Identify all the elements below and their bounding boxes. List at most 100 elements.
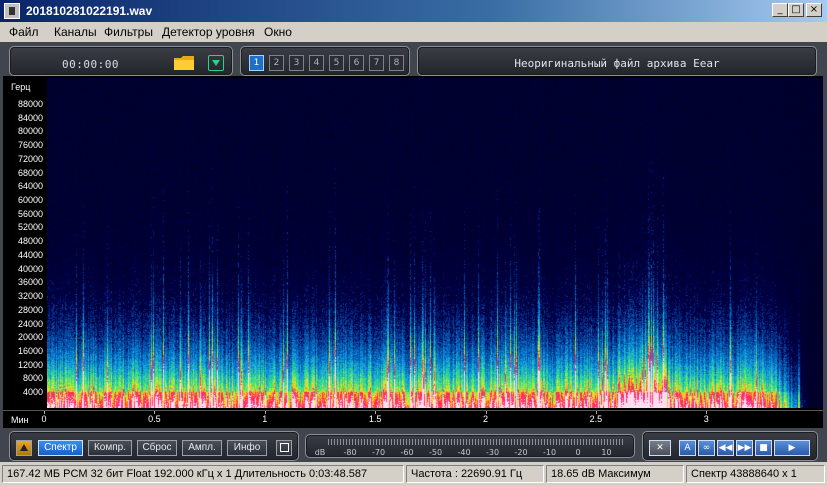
x-axis-unit: Мин bbox=[11, 415, 29, 425]
play-icon[interactable]: ▶ bbox=[774, 440, 810, 456]
x-tick-mark bbox=[595, 411, 597, 414]
y-tick-label: 76000 bbox=[17, 140, 43, 151]
menu-filters[interactable]: Фильтры bbox=[104, 25, 153, 39]
level-meter: dB -80 -70 -60 -50 -40 -30 -20 -10 0 10 bbox=[305, 434, 635, 458]
meter-unit: dB bbox=[314, 448, 326, 457]
warning-icon[interactable] bbox=[16, 440, 32, 456]
x-tick-label: 3 bbox=[703, 414, 709, 424]
y-tick-label: 44000 bbox=[17, 249, 43, 260]
x-tick-mark bbox=[44, 411, 45, 414]
time-readout: 00:00:00 bbox=[62, 58, 119, 71]
x-tick-label: 0 bbox=[41, 414, 47, 424]
minimize-button[interactable]: _ bbox=[772, 3, 788, 17]
maximize-button[interactable]: □ bbox=[788, 3, 804, 17]
time-panel: 00:00:00 bbox=[9, 46, 233, 76]
y-tick-label: 4000 bbox=[22, 387, 43, 398]
stop-icon[interactable]: ■ bbox=[755, 440, 772, 456]
square-icon[interactable] bbox=[276, 440, 292, 456]
y-tick-label: 64000 bbox=[17, 181, 43, 192]
menu-file[interactable]: Файл bbox=[9, 25, 39, 39]
x-tick-label: 2.5 bbox=[589, 414, 603, 424]
fast-forward-icon[interactable]: ▶▶ bbox=[736, 440, 753, 456]
channel-button-8[interactable]: 8 bbox=[389, 55, 404, 71]
meter-scale-label: -80 bbox=[343, 448, 357, 457]
menu-window[interactable]: Окно bbox=[264, 25, 292, 39]
compress-button[interactable]: Компр. bbox=[88, 440, 132, 456]
info-button[interactable]: Инфо bbox=[227, 440, 267, 456]
y-tick-label: 20000 bbox=[17, 332, 43, 343]
meter-scale-label: -10 bbox=[542, 448, 557, 457]
reset-button[interactable]: Сброс bbox=[137, 440, 177, 456]
x-tick-label: 1.5 bbox=[368, 414, 382, 424]
meter-scale-label: -20 bbox=[514, 448, 528, 457]
close-playback-icon[interactable]: ✕ bbox=[649, 440, 671, 456]
y-tick-label: 68000 bbox=[17, 167, 43, 178]
spectrum-button[interactable]: Спектр bbox=[38, 440, 83, 456]
meter-scale-label: -40 bbox=[457, 448, 471, 457]
y-tick-label: 12000 bbox=[17, 359, 43, 370]
main-area: 00:00:00 1 2 3 4 5 6 7 8 Неоригинальный … bbox=[0, 42, 827, 462]
meter-scale-label: -60 bbox=[400, 448, 414, 457]
y-tick-label: 40000 bbox=[17, 263, 43, 274]
playback-panel: ✕ A ∞ ◀◀ ▶▶ ■ ▶ bbox=[642, 431, 818, 461]
y-tick-label: 16000 bbox=[17, 345, 43, 356]
y-tick-label: 60000 bbox=[17, 195, 43, 206]
meter-scale-label: 10 bbox=[601, 448, 612, 457]
channel-button-5[interactable]: 5 bbox=[329, 55, 344, 71]
window-title: 201810281022191.wav bbox=[26, 4, 153, 18]
dropdown-arrow-icon[interactable] bbox=[208, 55, 224, 71]
channel-button-7[interactable]: 7 bbox=[369, 55, 384, 71]
x-tick-label: 2 bbox=[483, 414, 489, 424]
x-axis: Мин 0 0.5 1 1.5 2 2.5 3 bbox=[3, 410, 823, 428]
x-tick-mark bbox=[264, 411, 266, 414]
channel-button-3[interactable]: 3 bbox=[289, 55, 304, 71]
spectrogram-canvas[interactable] bbox=[47, 78, 823, 408]
y-tick-label: 84000 bbox=[17, 112, 43, 123]
y-tick-label: 8000 bbox=[22, 373, 43, 384]
title-bar: 201810281022191.wav _ □ × bbox=[0, 0, 827, 22]
meter-scale-label: 0 bbox=[575, 448, 581, 457]
close-button[interactable]: × bbox=[806, 3, 822, 17]
channel-button-2[interactable]: 2 bbox=[269, 55, 284, 71]
view-mode-panel: Спектр Компр. Сброс Ампл. Инфо bbox=[9, 431, 299, 461]
meter-scale-bar bbox=[328, 439, 624, 445]
bottom-toolbar: Спектр Компр. Сброс Ампл. Инфо dB -80 -70… bbox=[0, 430, 827, 462]
status-frequency: Частота : 22690.91 Гц bbox=[406, 465, 544, 483]
x-tick-mark bbox=[706, 411, 708, 414]
y-tick-label: 36000 bbox=[17, 277, 43, 288]
x-tick-mark bbox=[375, 411, 377, 414]
status-bar: 167.42 МБ PCM 32 бит Float 192.000 кГц x… bbox=[0, 462, 827, 486]
folder-icon[interactable] bbox=[174, 56, 194, 70]
status-spectrum: Спектр 43888640 x 1 bbox=[686, 465, 825, 483]
meter-scale-label: -30 bbox=[485, 448, 500, 457]
y-tick-label: 52000 bbox=[17, 222, 43, 233]
x-tick-label: 0.5 bbox=[148, 414, 161, 424]
rewind-icon[interactable]: ◀◀ bbox=[717, 440, 734, 456]
amplitude-button[interactable]: Ампл. bbox=[182, 440, 222, 456]
channel-button-1[interactable]: 1 bbox=[249, 55, 264, 71]
app-icon[interactable] bbox=[4, 3, 20, 19]
y-tick-label: 24000 bbox=[17, 318, 43, 329]
y-tick-label: 72000 bbox=[17, 153, 43, 164]
menu-bar: Файл Каналы Фильтры Детектор уровня Окно bbox=[0, 22, 827, 42]
a-button[interactable]: A bbox=[679, 440, 696, 456]
meter-scale-label: -50 bbox=[428, 448, 443, 457]
y-tick-label: 28000 bbox=[17, 304, 43, 315]
channel-button-4[interactable]: 4 bbox=[309, 55, 324, 71]
y-tick-label: 32000 bbox=[17, 291, 43, 302]
y-tick-label: 48000 bbox=[17, 236, 43, 247]
x-tick-mark bbox=[154, 411, 156, 414]
channel-button-6[interactable]: 6 bbox=[349, 55, 364, 71]
channel-panel: 1 2 3 4 5 6 7 8 bbox=[240, 46, 410, 76]
menu-channels[interactable]: Каналы bbox=[54, 25, 97, 39]
spectrogram-plot[interactable] bbox=[47, 78, 823, 408]
x-tick-label: 1 bbox=[262, 414, 268, 424]
status-file-info: 167.42 МБ PCM 32 бит Float 192.000 кГц x… bbox=[2, 465, 404, 483]
menu-level-detector[interactable]: Детектор уровня bbox=[162, 25, 255, 39]
y-tick-label: 88000 bbox=[17, 99, 43, 109]
loop-icon[interactable]: ∞ bbox=[698, 440, 715, 456]
y-tick-label: 56000 bbox=[17, 208, 43, 219]
spectrogram-frame: Герц 88000 84000 80000 76000 72000 68000 64000… bbox=[3, 76, 823, 428]
x-tick-mark bbox=[485, 411, 487, 414]
meter-scale-label: -70 bbox=[371, 448, 386, 457]
